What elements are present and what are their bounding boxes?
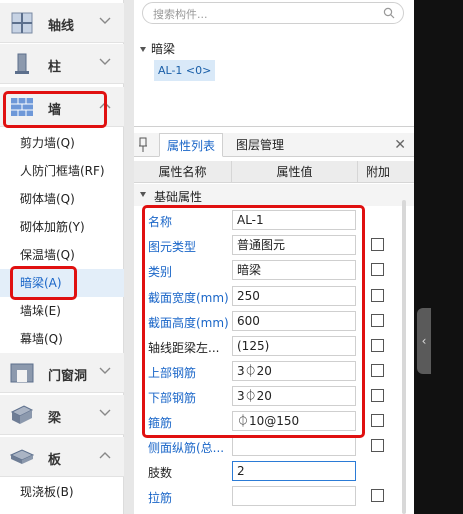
highlight-wall-category	[3, 91, 107, 128]
door-window-icon	[10, 363, 34, 383]
extra-checkbox[interactable]	[371, 489, 384, 502]
extra-checkbox[interactable]	[371, 364, 384, 377]
panel-divider[interactable]	[124, 0, 134, 514]
property-name: 拉筋	[148, 491, 173, 505]
nav-category-axis[interactable]: 轴线	[0, 3, 124, 43]
tab-properties[interactable]: 属性列表	[159, 133, 224, 157]
caret-down-icon	[140, 47, 146, 52]
close-icon[interactable]: ✕	[394, 137, 406, 153]
caret-down-icon	[140, 192, 146, 197]
nav-category-door-window[interactable]: 门窗洞	[0, 353, 124, 393]
component-nav-panel: 轴线 柱 墙 剪力墙(Q) 人防门框墙(RF) 砌体墙(Q) 砌体加筋(Y) 保…	[0, 0, 124, 514]
panel-tab-bar: 属性列表 图层管理 ✕	[134, 133, 414, 157]
nav-category-column[interactable]: 柱	[0, 44, 124, 84]
search-icon[interactable]	[383, 7, 395, 19]
property-row[interactable]: 拉筋	[134, 484, 408, 508]
component-search-input[interactable]: 搜索构件...	[142, 2, 404, 24]
beam-icon	[10, 405, 34, 424]
highlight-hidden-beam-item	[10, 266, 77, 300]
pin-icon[interactable]	[138, 137, 148, 153]
extra-checkbox[interactable]	[371, 339, 384, 352]
chevron-down-icon	[99, 409, 111, 416]
nav-item-masonry-reinforcement[interactable]: 砌体加筋(Y)	[0, 213, 124, 241]
property-value-field[interactable]: 2	[232, 461, 356, 481]
chevron-left-icon: ‹	[421, 334, 427, 348]
chevron-down-icon	[99, 367, 111, 374]
highlight-property-rows	[142, 205, 365, 438]
tree-node-al1[interactable]: AL-1 <0>	[154, 60, 216, 81]
nav-item-civil-defense-door-wall[interactable]: 人防门框墙(RF)	[0, 157, 124, 185]
collapse-panel-handle[interactable]: ‹	[417, 308, 431, 374]
property-value-field[interactable]	[232, 436, 356, 456]
property-row[interactable]: 肢数 2	[134, 459, 408, 483]
extra-checkbox[interactable]	[371, 414, 384, 427]
property-name: 肢数	[148, 466, 173, 480]
chevron-up-icon	[99, 452, 111, 459]
nav-category-label: 梁	[48, 411, 62, 426]
canvas-area[interactable]	[414, 0, 463, 514]
extra-checkbox[interactable]	[371, 389, 384, 402]
extra-checkbox[interactable]	[371, 314, 384, 327]
col-property-name: 属性名称	[134, 161, 232, 183]
tree-root-hidden-beam[interactable]: 暗梁	[140, 40, 175, 57]
property-name: 侧面纵筋(总...	[148, 441, 225, 455]
property-table-header: 属性名称 属性值 附加	[134, 161, 414, 183]
search-placeholder: 搜索构件...	[153, 8, 208, 21]
nav-item-curtain-wall[interactable]: 幕墙(Q)	[0, 325, 124, 353]
nav-item-cast-in-place-slab[interactable]: 现浇板(B)	[0, 478, 124, 506]
col-property-value: 属性值	[232, 161, 358, 183]
nav-category-slab[interactable]: 板	[0, 437, 124, 477]
extra-checkbox[interactable]	[371, 238, 384, 251]
column-icon	[15, 53, 29, 74]
property-value-field[interactable]	[232, 486, 356, 506]
nav-item-insulation-wall[interactable]: 保温墙(Q)	[0, 241, 124, 269]
col-extra: 附加	[365, 165, 390, 179]
grid-axis-icon	[11, 12, 33, 34]
divider	[134, 126, 414, 127]
extra-checkbox[interactable]	[371, 289, 384, 302]
nav-item-masonry-wall[interactable]: 砌体墙(Q)	[0, 185, 124, 213]
extra-checkbox[interactable]	[371, 263, 384, 276]
nav-category-label: 板	[48, 453, 62, 468]
vertical-scrollbar[interactable]	[402, 200, 406, 514]
nav-item-wall-pier[interactable]: 墙垛(E)	[0, 297, 124, 325]
property-group-label: 基础属性	[154, 190, 203, 204]
extra-checkbox[interactable]	[371, 439, 384, 452]
tree-root-label: 暗梁	[151, 42, 176, 56]
chevron-down-icon	[99, 17, 111, 24]
nav-category-beam[interactable]: 梁	[0, 395, 124, 435]
property-group-basic[interactable]: 基础属性	[134, 184, 414, 206]
nav-item-shear-wall[interactable]: 剪力墙(Q)	[0, 129, 124, 157]
nav-category-label: 门窗洞	[48, 369, 88, 384]
nav-category-label: 轴线	[48, 19, 75, 34]
chevron-down-icon	[99, 58, 111, 65]
nav-category-label: 柱	[48, 60, 62, 75]
slab-icon	[10, 449, 34, 464]
tab-layer-management[interactable]: 图层管理	[232, 133, 288, 157]
